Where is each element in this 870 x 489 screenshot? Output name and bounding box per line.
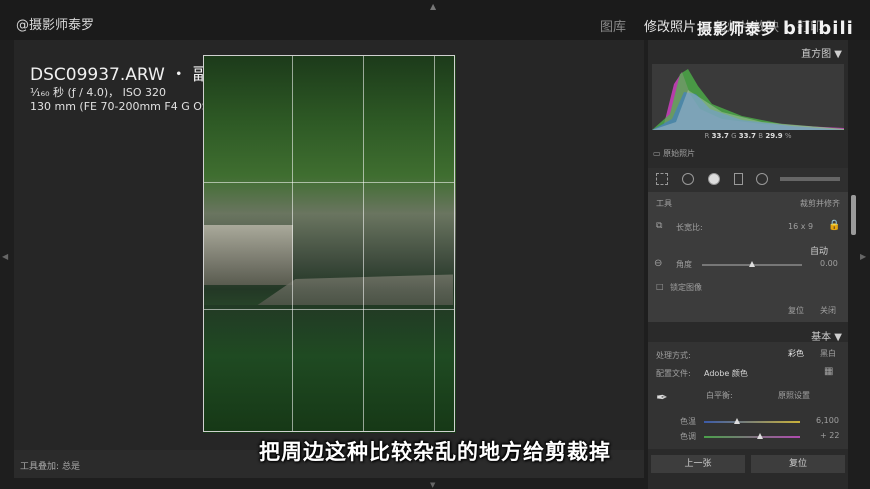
- wb-select[interactable]: 原照设置: [778, 390, 810, 401]
- wb-label: 白平衡:: [706, 391, 733, 400]
- brush-slider[interactable]: [780, 177, 840, 181]
- bilibili-watermark: 摄影师泰罗 bilibili: [697, 18, 854, 39]
- treatment-color-button[interactable]: 彩色: [788, 348, 804, 359]
- crop-close-button[interactable]: 关闭: [820, 305, 836, 316]
- bottom-panel-toggle-icon[interactable]: ▼: [430, 481, 435, 489]
- basic-panel: 处理方式: 彩色 黑白 配置文件: Adobe 颜色 ▦ ✒ 白平衡: 原照设置…: [648, 342, 848, 449]
- histogram: [652, 64, 844, 130]
- temp-label: 色温: [680, 417, 696, 426]
- original-photo-label: 原始照片: [663, 149, 696, 158]
- b-value: 29.9: [765, 132, 783, 140]
- crop-tool-icon[interactable]: [656, 173, 668, 185]
- crop-icon: ⧉: [656, 221, 663, 231]
- crop-reset-button[interactable]: 复位: [788, 305, 804, 316]
- graduated-filter-icon[interactable]: [734, 173, 743, 185]
- g-label: G: [731, 132, 737, 140]
- treatment-label: 处理方式:: [656, 351, 691, 360]
- right-panel-toggle-icon[interactable]: ▶: [860, 252, 866, 261]
- photo-exposure: ¹⁄₁₆₀ 秒 (ƒ / 4.0)， ISO 320: [30, 86, 166, 99]
- crop-frame[interactable]: [203, 55, 455, 432]
- r-label: R: [704, 132, 710, 140]
- radial-filter-icon[interactable]: [756, 173, 768, 185]
- panel-scrollbar[interactable]: [851, 195, 856, 235]
- g-value: 33.7: [738, 132, 757, 140]
- channel-name: 摄影师泰罗: [697, 20, 778, 38]
- histogram-graph: [652, 69, 844, 130]
- angle-slider[interactable]: [702, 261, 802, 267]
- histogram-readout: R 33.7 G 33.7 B 29.9 %: [652, 132, 844, 140]
- module-library[interactable]: 图库: [600, 16, 626, 35]
- tool-strip: [648, 168, 848, 192]
- left-panel-toggle-icon[interactable]: ◀: [2, 252, 8, 261]
- original-photo-toggle[interactable]: ▭ 原始照片: [653, 148, 695, 159]
- auto-button[interactable]: 自动: [810, 244, 828, 257]
- module-develop[interactable]: 修改照片: [644, 16, 696, 35]
- angle-label: 角度: [676, 260, 692, 269]
- b-label: B: [758, 132, 764, 140]
- aspect-label: 长宽比:: [676, 223, 703, 232]
- histogram-title: 直方图: [801, 49, 832, 60]
- aspect-value[interactable]: 16 x 9: [788, 222, 813, 231]
- checkbox-icon: ▭: [653, 149, 661, 158]
- percent-unit: %: [784, 132, 792, 140]
- lock-icon[interactable]: 🔒: [828, 220, 840, 231]
- tool-label: 工具: [656, 199, 672, 208]
- watermark: @摄影师泰罗: [16, 18, 95, 33]
- temp-slider-thumb[interactable]: [734, 418, 740, 424]
- profile-browser-icon[interactable]: ▦: [824, 366, 833, 377]
- profile-select[interactable]: Adobe 颜色: [704, 368, 748, 379]
- angle-value[interactable]: 0.00: [820, 259, 838, 268]
- lock-image-checkbox[interactable]: □: [656, 282, 664, 291]
- redeye-icon[interactable]: [708, 173, 720, 185]
- collapse-icon: ▼: [834, 49, 842, 60]
- level-icon[interactable]: ⊖: [654, 258, 662, 269]
- angle-slider-thumb[interactable]: [749, 261, 755, 267]
- histogram-header[interactable]: 直方图 ▼: [648, 45, 848, 61]
- bilibili-logo: bilibili: [783, 18, 854, 39]
- treatment-bw-button[interactable]: 黑白: [820, 348, 836, 359]
- lock-image-label: 锁定图像: [670, 283, 702, 292]
- profile-label: 配置文件:: [656, 369, 691, 378]
- r-value: 33.7: [711, 132, 729, 140]
- crop-panel: 工具 裁剪并修齐 ⧉ 长宽比: 16 x 9 🔒 自动 ⊖ 角度 0.00 □ …: [648, 192, 848, 322]
- temp-value[interactable]: 6,100: [816, 416, 839, 425]
- top-panel-toggle-icon[interactable]: ▲: [430, 2, 436, 11]
- eyedropper-icon[interactable]: ✒: [656, 390, 668, 406]
- spot-removal-icon[interactable]: [682, 173, 694, 185]
- video-subtitle: 把周边这种比较杂乱的地方给剪裁掉: [259, 440, 611, 464]
- crop-straighten-label: 裁剪并修齐: [800, 199, 840, 208]
- temp-slider[interactable]: [704, 418, 800, 424]
- photo-lens: 130 mm (FE 70-200mm F4 G OSS): [30, 100, 221, 113]
